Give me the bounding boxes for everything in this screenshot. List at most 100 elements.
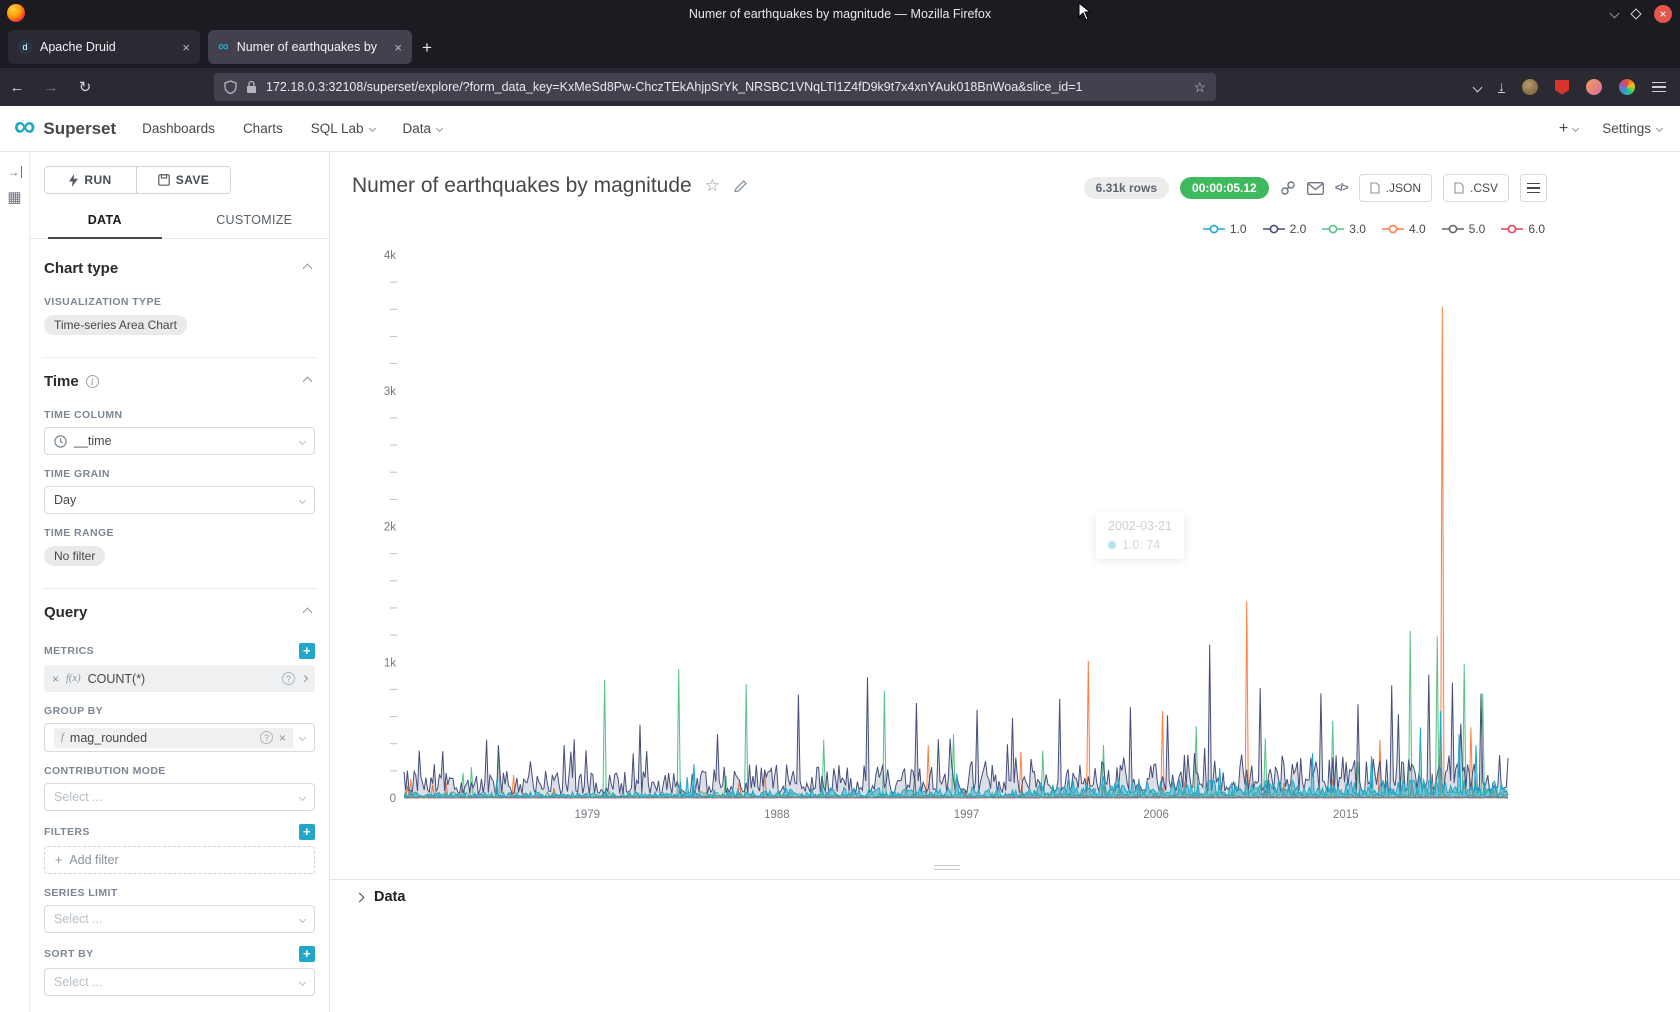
nav-item-sql-lab[interactable]: SQL Lab [311,121,375,136]
tab-close-icon[interactable]: × [394,40,402,55]
add-metric-button[interactable]: + [299,643,315,659]
chevron-down-icon [299,915,306,922]
add-sort-by-button[interactable]: + [299,946,315,962]
section-time[interactable]: Time i [44,373,315,390]
chevron-down-icon [1656,125,1663,132]
save-button[interactable]: SAVE [137,166,231,194]
remove-metric-icon[interactable]: × [52,672,59,686]
window-close-button[interactable]: × [1654,5,1672,23]
group-by-chip[interactable]: f mag_rounded ? × [54,728,293,748]
time-grain-value: Day [54,493,293,507]
plus-icon: + [55,853,62,867]
chevron-down-icon [1572,125,1579,132]
tooltip-value: 1.0: 74 [1122,538,1160,552]
sort-by-select[interactable]: Select ... [44,968,315,996]
contribution-mode-select[interactable]: Select ... [44,783,315,811]
timeseries-area-chart[interactable]: 01k2k3k4k19791988199720062015 [330,152,1680,1012]
tab-close-icon[interactable]: × [182,40,190,55]
nav-item-dashboards[interactable]: Dashboards [142,121,215,136]
info-icon: i [86,375,99,388]
panel-tabs: DATA CUSTOMIZE [30,203,329,239]
datasource-grid-icon[interactable]: ▦ [7,191,21,205]
superset-favicon: ∞ [218,40,229,54]
sort-by-label: SORT BY [44,948,93,960]
chevron-up-icon[interactable] [303,608,313,618]
time-column-select[interactable]: __time [44,427,315,455]
add-filter-box[interactable]: + Add filter [44,846,315,874]
panel-resize-handle[interactable] [934,865,960,870]
lock-icon[interactable] [246,80,257,94]
nav-item-charts[interactable]: Charts [243,121,283,136]
forward-icon[interactable]: → [34,79,68,96]
chevron-up-icon[interactable] [303,377,313,387]
time-grain-select[interactable]: Day [44,486,315,514]
clock-icon [54,435,67,448]
extension-icon[interactable] [1522,79,1538,95]
series-limit-label: SERIES LIMIT [44,887,315,899]
x-axis-tick: 1988 [764,809,790,821]
pocket-icon[interactable] [1473,82,1483,92]
data-panel-toggle[interactable]: Data [356,889,405,905]
add-filter-plus-button[interactable]: + [299,824,315,840]
tab-title: Apache Druid [40,40,174,54]
section-query[interactable]: Query [44,604,315,621]
save-disk-icon [158,174,170,186]
browser-menu-icon[interactable] [1652,82,1666,93]
function-icon: f(x) [66,673,81,684]
y-axis-tick: 2k [384,522,396,534]
tracking-shield-icon[interactable] [224,80,237,94]
chevron-down-icon [368,124,375,131]
viz-type-value[interactable]: Time-series Area Chart [44,315,187,335]
reload-icon[interactable]: ↻ [68,78,102,96]
account-avatar[interactable] [1586,79,1602,95]
browser-tab-druid[interactable]: d Apache Druid × [8,30,200,64]
series-area-4.0 [404,307,1508,798]
chevron-up-icon[interactable] [303,264,313,274]
ublock-shield-icon[interactable] [1555,80,1569,95]
browser-tab-superset[interactable]: ∞ Numer of earthquakes by × [208,30,412,64]
chevron-right-icon[interactable] [301,675,308,682]
superset-logo-icon[interactable]: ∞ [14,112,35,142]
metric-chip[interactable]: × f(x) COUNT(*) ? [44,665,315,692]
window-minimize-icon[interactable] [1610,9,1620,19]
brand-name[interactable]: Superset [43,119,116,139]
series-area-2.0 [404,645,1508,798]
chevron-down-icon [299,793,306,800]
section-chart-type[interactable]: Chart type [44,260,315,277]
divider [42,357,317,358]
browser-toolbar: ← → ↻ 172.18.0.3:32108/superset/explore/… [0,68,1680,106]
window-titlebar[interactable]: Numer of earthquakes by magnitude — Mozi… [0,0,1680,27]
expand-panel-icon[interactable]: → [8,166,22,178]
contribution-mode-label: CONTRIBUTION MODE [44,765,315,777]
back-icon[interactable]: ← [0,79,34,96]
druid-favicon: d [18,40,32,54]
tooltip-date: 2002-03-21 [1108,519,1172,533]
time-range-value[interactable]: No filter [44,546,105,566]
column-function-icon: f [61,732,64,743]
time-grain-label: TIME GRAIN [44,468,315,480]
window-maximize-icon[interactable] [1630,8,1641,19]
app-navbar: ∞ Superset Dashboards Charts SQL Lab Data +… [0,106,1680,152]
new-tab-button[interactable]: + [422,38,432,58]
nav-item-data[interactable]: Data [403,121,443,136]
group-by-label: GROUP BY [44,705,315,717]
downloads-icon[interactable]: ↓ [1498,81,1505,93]
group-by-select[interactable]: f mag_rounded ? × [44,723,315,752]
settings-menu[interactable]: Settings [1602,121,1662,136]
tab-customize[interactable]: CUSTOMIZE [180,203,330,238]
time-column-value: __time [74,434,293,448]
metric-value: COUNT(*) [88,672,275,686]
viz-type-label: VISUALIZATION TYPE [44,296,315,308]
url-bar[interactable]: 172.18.0.3:32108/superset/explore/?form_… [214,73,1216,101]
url-text[interactable]: 172.18.0.3:32108/superset/explore/?form_… [266,80,1184,94]
tab-data[interactable]: DATA [30,203,180,238]
group-by-value: mag_rounded [70,731,254,745]
new-item-menu[interactable]: + [1559,120,1578,138]
series-limit-select[interactable]: Select ... [44,905,315,933]
remove-group-by-icon[interactable]: × [279,731,286,745]
bookmark-star-icon[interactable]: ☆ [1193,79,1206,96]
run-button[interactable]: RUN [44,166,137,194]
extension-pinwheel-icon[interactable] [1619,79,1635,95]
series-line-4.0 [404,307,1508,798]
nav-menu: Dashboards Charts SQL Lab Data [142,120,470,138]
